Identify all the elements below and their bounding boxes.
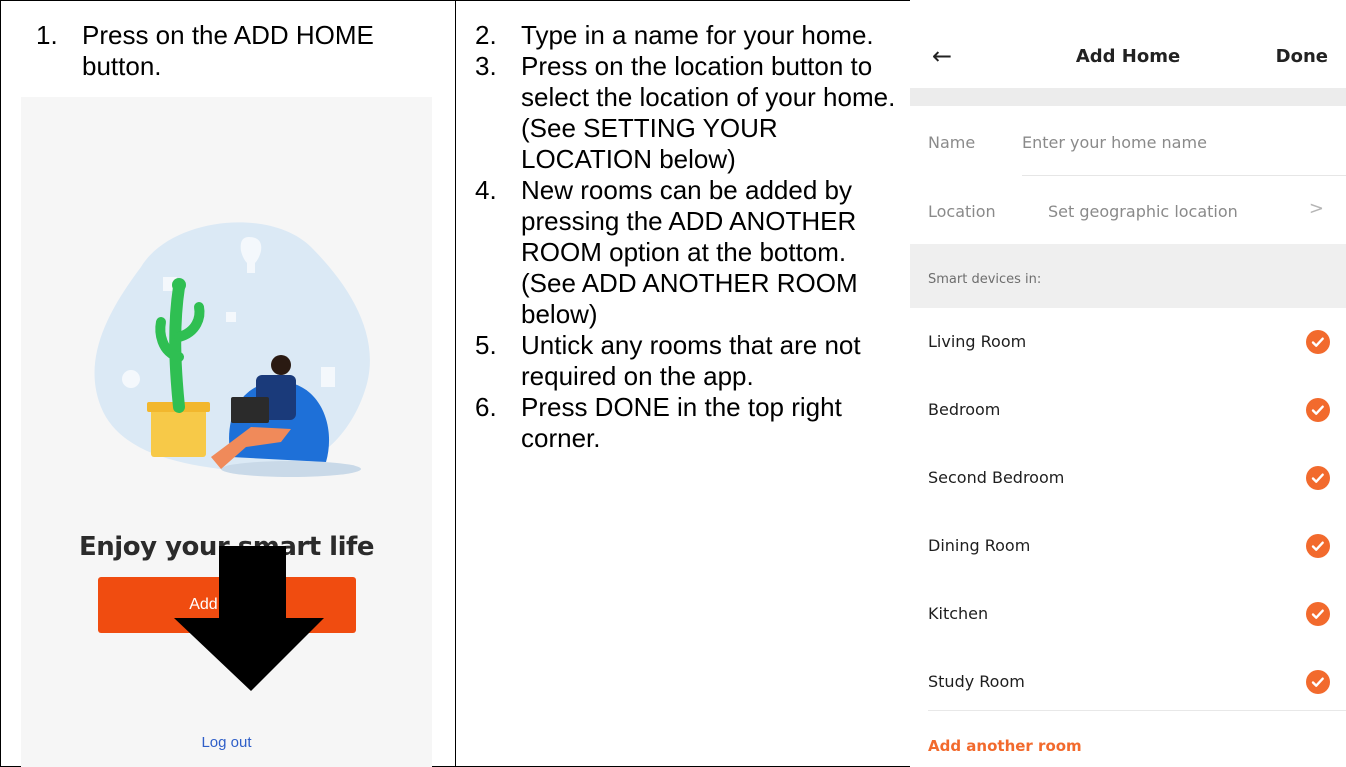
- checkmark-icon[interactable]: [1306, 534, 1330, 558]
- step-text: Type in a name for your home.: [521, 20, 874, 50]
- room-row[interactable]: Study Room: [910, 648, 1346, 716]
- middle-instruction-list: 2. Type in a name for your home. 3. Pres…: [475, 20, 900, 454]
- step-text: Press on the location button to select t…: [521, 51, 896, 174]
- step-text: Press on the ADD HOME button.: [82, 20, 374, 81]
- step-text: Press DONE in the top right corner.: [521, 392, 842, 453]
- smart-home-illustration: [94, 222, 370, 477]
- home-name-input[interactable]: Enter your home name: [1022, 133, 1207, 152]
- instruction-step-5: 5. Untick any rooms that are not require…: [475, 330, 900, 392]
- location-selector[interactable]: Set geographic location: [1048, 202, 1238, 221]
- instruction-step-3: 3. Press on the location button to selec…: [475, 51, 900, 175]
- location-label: Location: [928, 202, 996, 221]
- room-row[interactable]: Second Bedroom: [910, 444, 1346, 512]
- divider: [1022, 175, 1346, 176]
- step-text: New rooms can be added by pressing the A…: [521, 175, 858, 329]
- checkmark-icon[interactable]: [1306, 398, 1330, 422]
- chevron-right-icon[interactable]: >: [1309, 198, 1324, 219]
- section-spacer: [910, 88, 1346, 106]
- room-name: Living Room: [928, 332, 1027, 351]
- checkmark-icon[interactable]: [1306, 330, 1330, 354]
- room-name: Study Room: [928, 672, 1025, 691]
- room-row[interactable]: Living Room: [910, 308, 1346, 376]
- left-instruction-list: 1. Press on the ADD HOME button.: [36, 20, 436, 82]
- smart-devices-header: Smart devices in:: [928, 272, 1042, 287]
- step-number: 1.: [36, 20, 58, 50]
- room-name: Dining Room: [928, 536, 1031, 555]
- room-row[interactable]: Kitchen: [910, 580, 1346, 648]
- step-number: 2.: [475, 20, 497, 50]
- add-another-room-link[interactable]: Add another room: [928, 737, 1082, 755]
- instruction-step-1: 1. Press on the ADD HOME button.: [36, 20, 436, 82]
- logout-link[interactable]: Log out: [21, 734, 432, 751]
- checkmark-icon[interactable]: [1306, 670, 1330, 694]
- welcome-screenshot: Enjoy your smart life Add Home Log out: [21, 97, 432, 767]
- add-home-screenshot: ← Add Home Done Name Enter your home nam…: [910, 0, 1346, 767]
- column-divider: [455, 0, 456, 767]
- instruction-step-2: 2. Type in a name for your home.: [475, 20, 900, 51]
- step-number: 6.: [475, 392, 497, 422]
- divider: [928, 710, 1346, 711]
- checkmark-icon[interactable]: [1306, 602, 1330, 626]
- room-name: Bedroom: [928, 400, 1001, 419]
- step-number: 3.: [475, 51, 497, 81]
- name-label: Name: [928, 133, 976, 152]
- room-row[interactable]: Dining Room: [910, 512, 1346, 580]
- step-number: 5.: [475, 330, 497, 360]
- done-button[interactable]: Done: [1276, 46, 1328, 67]
- instruction-step-6: 6. Press DONE in the top right corner.: [475, 392, 900, 454]
- section-header: Smart devices in:: [910, 244, 1346, 308]
- room-name: Second Bedroom: [928, 468, 1065, 487]
- step-number: 4.: [475, 175, 497, 205]
- room-name: Kitchen: [928, 604, 989, 623]
- step-text: Untick any rooms that are not required o…: [521, 330, 861, 391]
- arrow-down-icon: [174, 546, 324, 691]
- checkmark-icon[interactable]: [1306, 466, 1330, 490]
- room-row[interactable]: Bedroom: [910, 376, 1346, 444]
- instruction-step-4: 4. New rooms can be added by pressing th…: [475, 175, 900, 330]
